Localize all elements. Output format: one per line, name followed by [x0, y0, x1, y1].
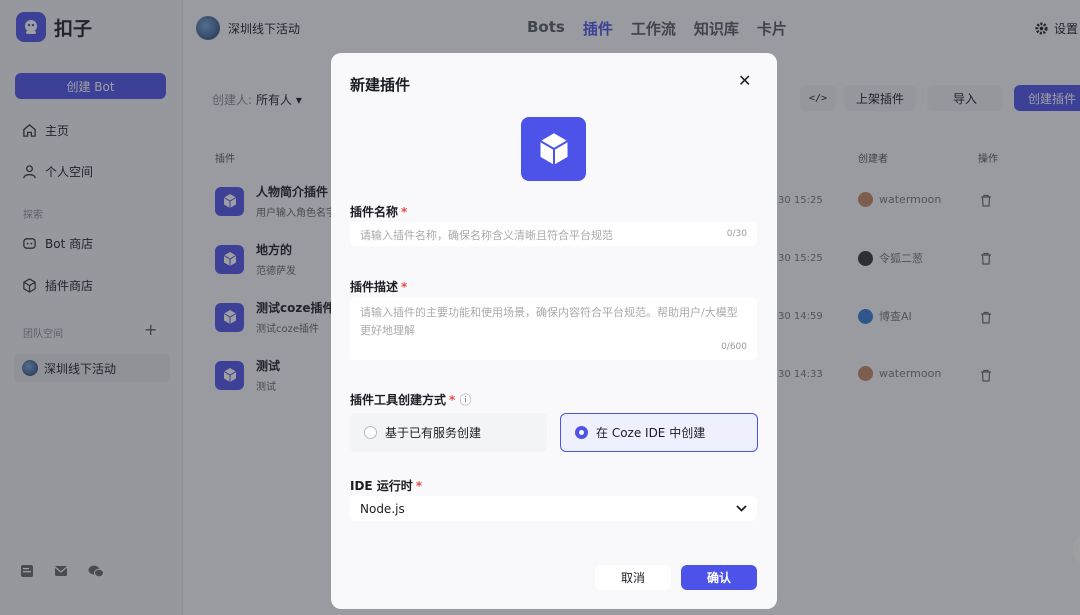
new-plugin-dialog: 新建插件 ✕ 插件名称 * 请输入插件名称，确保名称含义清晰且符合平台规范 0/3… — [331, 53, 777, 609]
radio-unchecked — [364, 426, 377, 439]
dialog-title: 新建插件 — [350, 76, 411, 94]
method-field-label: 插件工具创建方式 * ⓘ — [350, 393, 472, 407]
runtime-select[interactable]: Node.js — [350, 496, 757, 521]
name-placeholder: 请输入插件名称，确保名称含义清晰且符合平台规范 — [360, 229, 613, 242]
option-coze-ide[interactable]: 在 Coze IDE 中创建 — [560, 413, 758, 452]
desc-field-label: 插件描述 * — [350, 280, 408, 294]
plugin-description-textarea[interactable]: 请输入插件的主要功能和使用场景，确保内容符合平台规范。帮助用户/大模型更好地理解… — [350, 297, 757, 360]
cancel-button[interactable]: 取消 — [595, 565, 671, 590]
plugin-avatar-upload[interactable] — [521, 117, 586, 181]
confirm-button[interactable]: 确认 — [681, 565, 757, 590]
name-field-label: 插件名称 * — [350, 205, 408, 219]
plugin-name-input[interactable]: 请输入插件名称，确保名称含义清晰且符合平台规范 0/30 — [350, 222, 757, 246]
runtime-field-label: IDE 运行时 * — [350, 479, 423, 493]
desc-char-count: 0/600 — [721, 342, 747, 352]
name-char-count: 0/30 — [726, 229, 747, 239]
close-icon[interactable]: ✕ — [738, 71, 751, 90]
info-icon[interactable]: ⓘ — [459, 393, 471, 407]
option-existing-service[interactable]: 基于已有服务创建 — [350, 413, 547, 452]
radio-checked — [575, 426, 588, 439]
option-existing-label: 基于已有服务创建 — [385, 426, 482, 440]
runtime-value: Node.js — [360, 501, 405, 516]
chevron-down-icon — [736, 505, 747, 512]
cube-icon — [539, 133, 568, 165]
desc-placeholder: 请输入插件的主要功能和使用场景，确保内容符合平台规范。帮助用户/大模型更好地理解 — [360, 306, 738, 337]
option-ide-label: 在 Coze IDE 中创建 — [596, 426, 706, 440]
